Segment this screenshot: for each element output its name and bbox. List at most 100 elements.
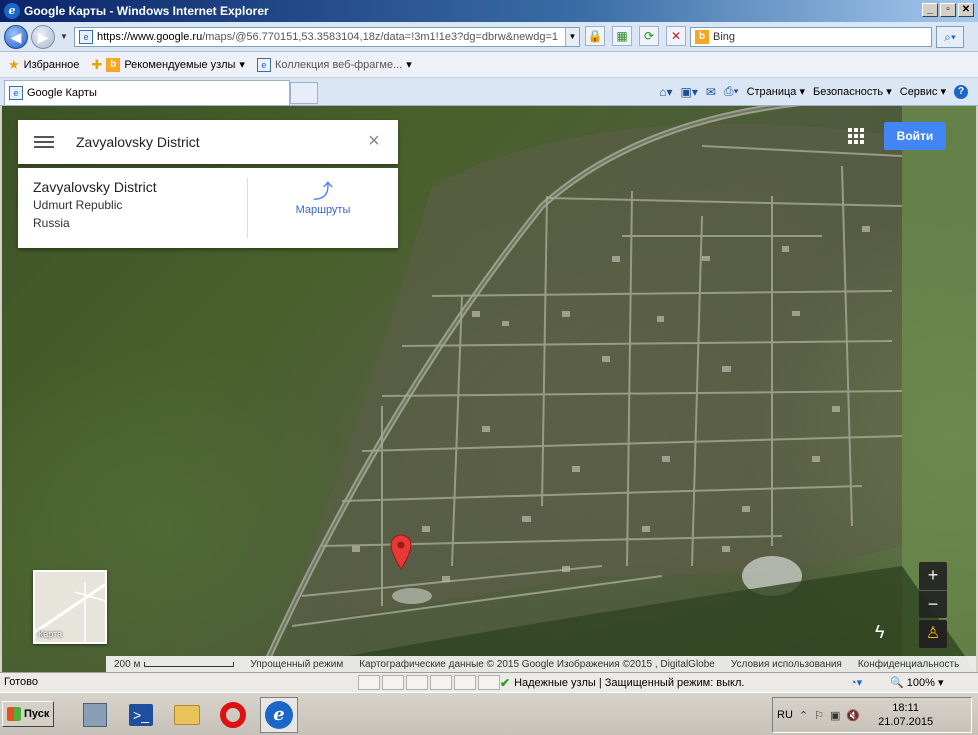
opera-button[interactable]	[214, 697, 252, 733]
history-dropdown[interactable]: ▼	[60, 32, 68, 41]
bing-icon: b	[106, 57, 121, 72]
location-pin-icon[interactable]	[390, 534, 412, 570]
ie-icon: e	[265, 701, 293, 729]
server-manager-button[interactable]	[76, 697, 114, 733]
powershell-icon: >_	[129, 704, 153, 726]
directions-label: Маршруты	[295, 204, 351, 216]
search-card: Zavyalovsky District ×	[18, 120, 398, 164]
apps-grid-icon[interactable]	[848, 128, 864, 144]
help-icon[interactable]: ?	[954, 84, 968, 99]
safety-menu[interactable]: Безопасность ▾	[813, 85, 892, 98]
url-path: /maps/@56.770151,53.3583104,18z/data=!3m…	[202, 31, 558, 43]
scale-label: 200 м	[114, 658, 141, 670]
tools-menu[interactable]: Сервис ▾	[900, 85, 946, 98]
back-button[interactable]: ◀	[4, 25, 28, 49]
stop-icon[interactable]: ✕	[666, 26, 686, 46]
suggested-sites-label: Рекомендуемые узлы	[124, 58, 236, 71]
map-type-toggle[interactable]: Карта	[33, 570, 107, 644]
search-input[interactable]: b Bing	[690, 27, 932, 47]
sign-in-button[interactable]: Войти	[884, 122, 946, 150]
directions-button[interactable]: ⤴ Маршруты	[250, 180, 396, 216]
mail-icon[interactable]: ✉	[706, 85, 716, 99]
star-icon: ★	[8, 56, 20, 72]
forward-button[interactable]: ▶	[31, 25, 55, 49]
address-toolbar: ◀ ▶ ▼ e https://www.google.ru/maps/@56.7…	[0, 22, 978, 52]
title-bar: e Google Карты - Windows Internet Explor…	[0, 0, 978, 22]
web-slices-label: Коллекция веб-фрагме...	[274, 58, 403, 71]
satellite-map[interactable]: Zavyalovsky District × Zavyalovsky Distr…	[2, 106, 976, 672]
flag-icon[interactable]: ⚐	[814, 709, 824, 722]
language-indicator[interactable]: RU	[777, 709, 793, 721]
tab-google-maps[interactable]: e Google Карты	[4, 80, 290, 105]
tab-title: Google Карты	[27, 87, 97, 99]
url-dropdown-button[interactable]: ▼	[565, 28, 579, 46]
lite-mode-link[interactable]: Упрощенный режим	[250, 659, 343, 670]
compatibility-icon[interactable]: ▦	[612, 26, 632, 46]
protected-mode-icon[interactable]: ◔▾	[850, 676, 862, 689]
chevron-down-icon: ▾	[406, 59, 412, 71]
window-controls: _ ▫ ✕	[922, 3, 974, 17]
attribution-text: Картографические данные © 2015 Google Из…	[359, 658, 715, 670]
refresh-icon[interactable]: ⟳	[639, 26, 659, 46]
place-name: Zavyalovsky District	[33, 179, 157, 195]
ie-taskbar-button[interactable]: e	[260, 697, 298, 733]
pegman-icon[interactable]: ♙	[919, 620, 947, 648]
terms-link[interactable]: Условия использования	[731, 659, 842, 670]
minimap-label: Карта	[38, 629, 63, 639]
place-country: Russia	[33, 216, 70, 230]
ie-icon: e	[4, 3, 20, 19]
favorites-label: Избранное	[23, 58, 80, 71]
url-scheme: https://	[97, 31, 131, 43]
page-menu[interactable]: Страница ▾	[747, 85, 805, 98]
search-placeholder: Bing	[713, 31, 736, 43]
clock[interactable]: 18:11 21.07.2015	[878, 701, 933, 729]
directions-icon: ⤴	[313, 181, 333, 203]
start-button[interactable]: Пуск	[2, 701, 54, 727]
feeds-icon[interactable]: ▣▾	[680, 85, 697, 99]
restore-button[interactable]: ▫	[940, 3, 956, 17]
place-address: Zavyalovsky District Udmurt Republic Rus…	[33, 178, 157, 232]
web-slices-button[interactable]: e Коллекция веб-фрагме... ▾	[253, 56, 416, 74]
menu-icon[interactable]	[34, 133, 54, 151]
favorites-button[interactable]: ★ Избранное	[4, 55, 83, 75]
status-bar: Готово ✔ Надежные узлы | Защищенный режи…	[0, 672, 978, 692]
close-window-button[interactable]: ✕	[958, 3, 974, 17]
web-slice-icon: e	[256, 57, 271, 72]
folder-icon	[174, 705, 200, 725]
home-icon[interactable]: ⌂▾	[659, 85, 672, 99]
zoom-out-button[interactable]: −	[919, 591, 947, 619]
scale-bar[interactable]: 200 м	[114, 658, 235, 670]
close-icon[interactable]: ×	[364, 131, 384, 152]
tab-bar: e Google Карты ⌂▾ ▣▾ ✉ ⎙▾ Страница ▾ Без…	[0, 78, 978, 106]
zoom-in-button[interactable]: +	[919, 562, 947, 590]
lock-icon[interactable]: 🔒	[585, 26, 605, 46]
server-icon	[83, 703, 107, 727]
search-button[interactable]: ⌕▾	[936, 26, 964, 48]
address-input[interactable]: e https://www.google.ru/maps/@56.770151,…	[74, 27, 580, 47]
security-zone[interactable]: ✔ Надежные узлы | Защищенный режим: выкл…	[500, 676, 744, 690]
page-icon: e	[79, 30, 93, 44]
minimize-button[interactable]: _	[922, 3, 938, 17]
map-search-input[interactable]: Zavyalovsky District	[76, 134, 364, 150]
status-text: Готово	[4, 676, 38, 688]
new-tab-button[interactable]	[290, 82, 318, 104]
powershell-button[interactable]: >_	[122, 697, 160, 733]
tab-page-icon: e	[9, 86, 23, 100]
url-host: www.google.ru	[130, 31, 203, 43]
place-region: Udmurt Republic	[33, 198, 123, 212]
print-icon[interactable]: ⎙▾	[724, 84, 739, 99]
windows-flag-icon	[7, 707, 21, 721]
taskbar: Пуск >_ e RU ⌃ ⚐ ▣ 🔇 18:11 21.07.2015	[0, 692, 978, 735]
place-info-card: Zavyalovsky District Udmurt Republic Rus…	[18, 168, 398, 248]
window-title: Google Карты - Windows Internet Explorer	[24, 4, 269, 18]
show-hidden-icons-icon[interactable]: ⌃	[799, 709, 808, 722]
bing-icon: b	[695, 30, 709, 44]
security-zone-label: Надежные узлы | Защищенный режим: выкл.	[514, 677, 745, 689]
lightning-icon[interactable]: ϟ	[875, 622, 885, 643]
zoom-level-button[interactable]: 🔍 100% ▾	[890, 676, 943, 689]
explorer-button[interactable]	[168, 697, 206, 733]
privacy-link[interactable]: Конфиденциальность	[858, 659, 959, 670]
suggested-sites-button[interactable]: ✚ b Рекомендуемые узлы ▾	[87, 55, 249, 75]
network-icon[interactable]: ▣	[830, 709, 840, 722]
volume-muted-icon[interactable]: 🔇	[846, 709, 860, 722]
